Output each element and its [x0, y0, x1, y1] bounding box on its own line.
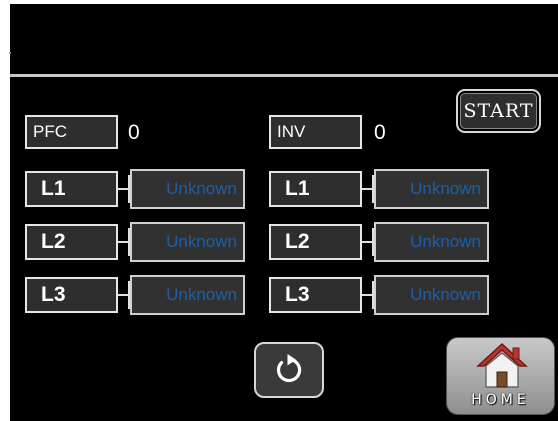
start-button[interactable]: START	[456, 89, 541, 133]
pfc-count: 0	[128, 121, 140, 144]
inv-label: INV	[269, 115, 362, 149]
pfc-l1-status: Unknown	[130, 169, 245, 209]
inv-l1-connector	[362, 171, 374, 207]
inv-l1-label: L1	[269, 171, 362, 207]
home-label: HOME	[471, 392, 530, 408]
inv-l2-status: Unknown	[374, 222, 489, 262]
pfc-l2-status: Unknown	[130, 222, 245, 262]
pfc-l3-status: Unknown	[130, 275, 245, 315]
screen-marker	[9, 52, 11, 54]
refresh-button[interactable]	[254, 342, 324, 398]
inv-l3-status: Unknown	[374, 275, 489, 315]
inv-l2-label: L2	[269, 224, 362, 260]
pfc-l1-connector	[118, 171, 130, 207]
refresh-icon	[276, 354, 302, 383]
house-icon	[476, 342, 528, 388]
inv-l1-status: Unknown	[374, 169, 489, 209]
pfc-l3-connector	[118, 277, 130, 313]
pfc-l2-label: L2	[25, 224, 118, 260]
pfc-l1-label: L1	[25, 171, 118, 207]
inv-count: 0	[374, 121, 386, 144]
inv-l3-connector	[362, 277, 374, 313]
pfc-label: PFC	[25, 115, 118, 149]
inv-l2-connector	[362, 224, 374, 260]
header-divider	[10, 74, 558, 77]
pfc-l3-label: L3	[25, 277, 118, 313]
pfc-l2-connector	[118, 224, 130, 260]
inv-l3-label: L3	[269, 277, 362, 313]
home-button[interactable]: HOME	[446, 337, 555, 415]
